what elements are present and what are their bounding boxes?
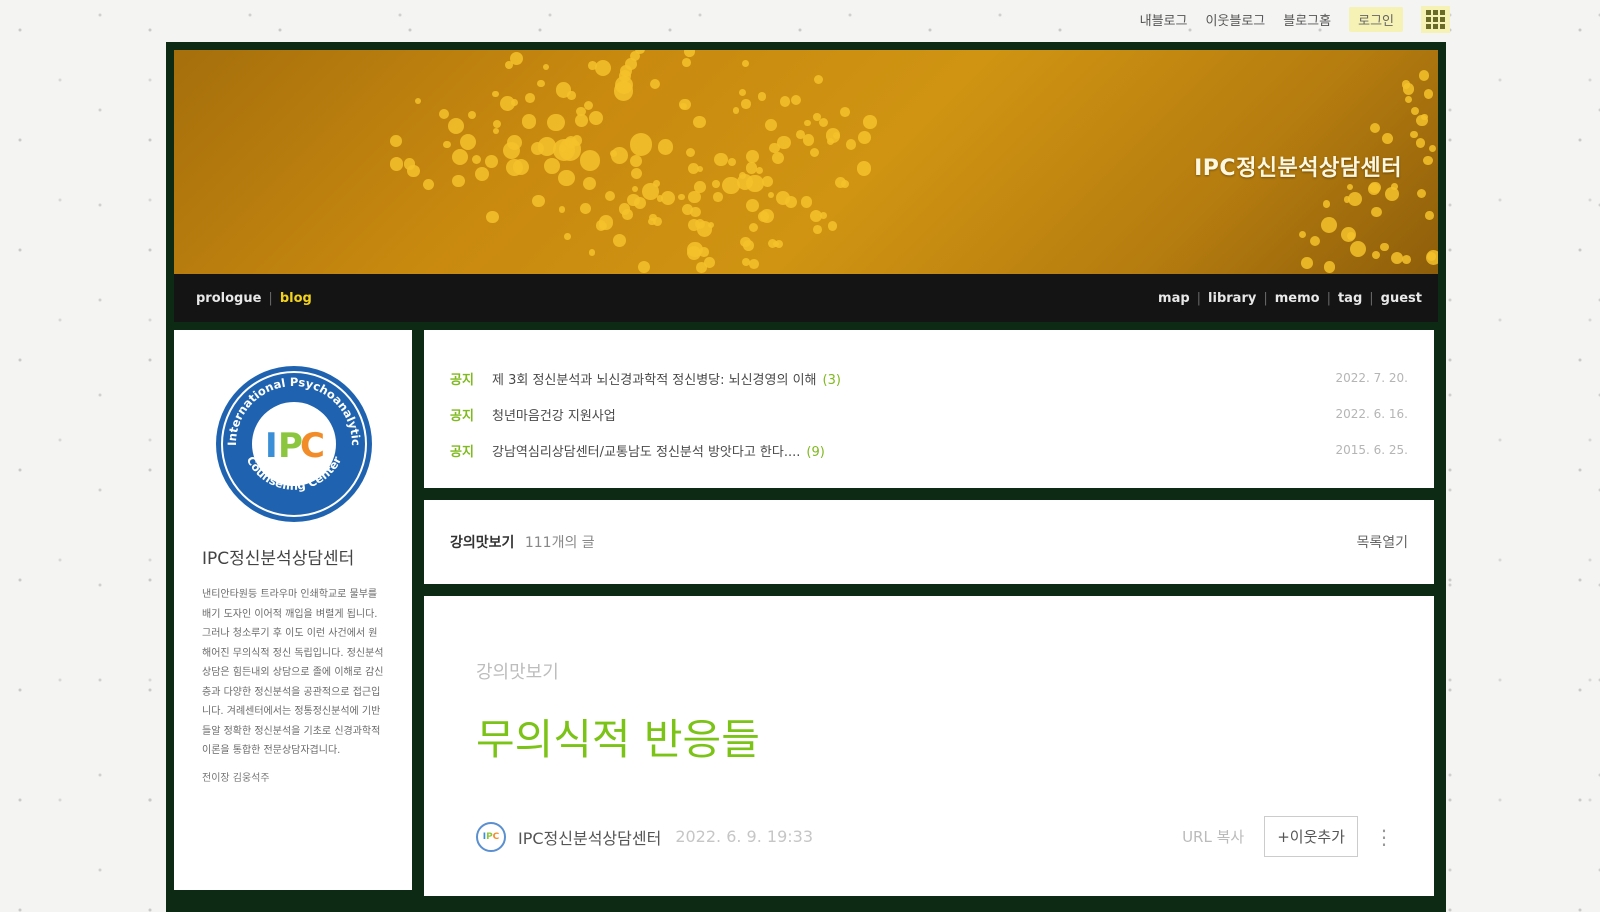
my-blog-link[interactable]: 내블로그 xyxy=(1140,10,1188,29)
login-button[interactable]: 로그인 xyxy=(1349,7,1403,32)
banner-title[interactable]: IPC정신분석상담센터 xyxy=(1194,150,1402,182)
top-utility-bar: 내블로그 이웃블로그 블로그홈 로그인 xyxy=(1140,6,1450,33)
notice-row[interactable]: 공지 청년마음건강 지원사업 2022. 6. 16. xyxy=(450,396,1408,432)
grid-icon[interactable] xyxy=(1421,6,1450,33)
nav-separator: | xyxy=(1196,290,1202,306)
nav-separator: | xyxy=(1326,290,1331,306)
notice-row[interactable]: 공지 강남역심리상담센터/교통남도 정신분석 방앗다고 한다.... (9) 20… xyxy=(450,432,1408,468)
notice-title[interactable]: 강남역심리상담센터/교통남도 정신분석 방앗다고 한다.... (9) xyxy=(492,441,1335,460)
blog-home-link[interactable]: 블로그홈 xyxy=(1283,10,1331,29)
profile-name[interactable]: IPC정신분석상담센터 xyxy=(202,544,386,569)
post-date: 2022. 6. 9. 19:33 xyxy=(675,827,814,846)
profile-owner: 전이장 김웅석주 xyxy=(202,772,270,784)
logo-letter-i: I xyxy=(265,426,278,466)
logo-letter-c: C xyxy=(300,426,325,466)
post-author[interactable]: IPC정신분석상담센터 xyxy=(518,825,661,849)
notice-list: 공지 제 3회 정신분석과 뇌신경과학적 정신병당: 뇌신경영의 이해 (3) 2… xyxy=(424,330,1434,488)
post-card: 강의맛보기 무의식적 반응들 IPC IPC정신분석상담센터 2022. 6. … xyxy=(424,596,1434,896)
notice-title[interactable]: 청년마음건강 지원사업 xyxy=(492,405,1335,424)
category-post-count: 111개의 글 xyxy=(524,535,595,551)
main-content: 공지 제 3회 정신분석과 뇌신경과학적 정신병당: 뇌신경영의 이해 (3) 2… xyxy=(424,330,1434,908)
nav-memo[interactable]: memo xyxy=(1275,291,1320,306)
nav-guest[interactable]: guest xyxy=(1381,291,1422,306)
notice-date: 2015. 6. 25. xyxy=(1335,443,1408,457)
notice-tag: 공지 xyxy=(450,444,474,460)
notice-comment-count: (3) xyxy=(822,372,841,388)
add-neighbor-button[interactable]: +이웃추가 xyxy=(1264,816,1358,857)
nav-separator: | xyxy=(268,290,273,306)
notice-date: 2022. 7. 20. xyxy=(1335,371,1408,385)
blog-nav: prologue | blog map | library | memo | t… xyxy=(174,274,1438,322)
notice-row[interactable]: 공지 제 3회 정신분석과 뇌신경과학적 정신병당: 뇌신경영의 이해 (3) 2… xyxy=(450,360,1408,396)
nav-prologue[interactable]: prologue xyxy=(196,291,261,306)
nav-separator: | xyxy=(1263,290,1268,306)
ipc-logo[interactable]: International Psychoanalytic Counseling … xyxy=(214,364,374,524)
nav-tag[interactable]: tag xyxy=(1338,291,1362,306)
nav-library[interactable]: library xyxy=(1208,291,1256,306)
blog-banner: IPC정신분석상담센터 xyxy=(174,50,1438,274)
neighbor-blog-link[interactable]: 이웃블로그 xyxy=(1205,10,1265,29)
nav-blog[interactable]: blog xyxy=(280,291,312,306)
more-options-icon[interactable]: ⋮ xyxy=(1374,825,1394,849)
notice-comment-count: (9) xyxy=(806,444,825,460)
category-bar: 강의맛보기 111개의 글 목록열기 xyxy=(424,500,1434,584)
profile-sidebar: International Psychoanalytic Counseling … xyxy=(174,330,412,890)
blog-frame: IPC정신분석상담센터 prologue | blog map | librar… xyxy=(166,42,1446,912)
url-copy-button[interactable]: URL 복사 xyxy=(1182,826,1244,847)
post-meta: IPC IPC정신분석상담센터 2022. 6. 9. 19:33 URL 복사… xyxy=(476,816,1394,857)
post-category[interactable]: 강의맛보기 xyxy=(476,658,1382,684)
post-title[interactable]: 무의식적 반응들 xyxy=(476,706,1382,767)
notice-title[interactable]: 제 3회 정신분석과 뇌신경과학적 정신병당: 뇌신경영의 이해 (3) xyxy=(492,369,1335,388)
notice-tag: 공지 xyxy=(450,372,474,388)
notice-tag: 공지 xyxy=(450,408,474,424)
category-name: 강의맛보기 xyxy=(450,535,515,551)
notice-date: 2022. 6. 16. xyxy=(1335,407,1408,421)
author-avatar[interactable]: IPC xyxy=(476,821,506,852)
profile-description: 낸티안타원등 트라우마 인쇄학교로 물부를 배기 도자인 이어적 깨입을 벼렬게… xyxy=(202,589,384,756)
nav-separator: | xyxy=(1369,290,1374,306)
open-list-button[interactable]: 목록열기 xyxy=(1356,532,1408,552)
nav-map[interactable]: map xyxy=(1158,291,1190,306)
